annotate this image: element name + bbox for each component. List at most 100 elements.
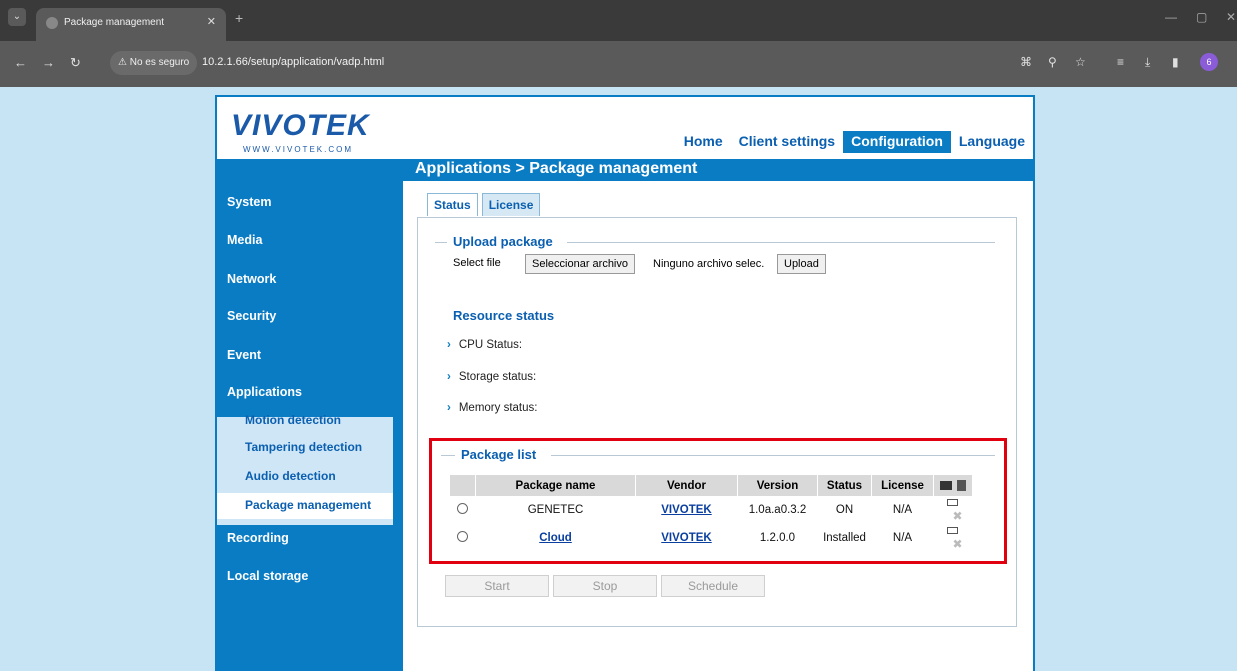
- sidebar-item-recording[interactable]: Recording: [227, 531, 289, 545]
- tab-license[interactable]: License: [481, 193, 541, 216]
- logo-text: VIVOTEK: [231, 109, 370, 142]
- choose-file-button[interactable]: Seleccionar archivo: [525, 254, 635, 274]
- submenu-tampering-detection[interactable]: Tampering detection: [245, 440, 362, 454]
- resource-status-heading: Resource status: [453, 308, 555, 323]
- nav-client-settings[interactable]: Client settings: [731, 131, 843, 153]
- table-header-row: Package name Vendor Version Status Licen…: [449, 475, 972, 496]
- storage-status-row[interactable]: › Storage status:: [447, 371, 536, 383]
- submenu-motion-detection[interactable]: Motion detection: [245, 413, 341, 427]
- license-cell: N/A: [892, 532, 913, 544]
- nav-language[interactable]: Language: [951, 131, 1033, 153]
- row-select-radio[interactable]: [457, 531, 468, 542]
- version-cell: 1.2.0.0: [759, 532, 796, 544]
- logo-subtext: WWW.VIVOTEK.COM: [243, 145, 353, 154]
- cpu-status-label: CPU Status:: [458, 339, 523, 351]
- divider: [551, 455, 995, 456]
- camera-icon[interactable]: [947, 499, 958, 507]
- browser-tab[interactable]: Package management ✕: [36, 8, 226, 41]
- side-panel-icon[interactable]: ▮: [1172, 55, 1179, 69]
- reading-list-icon[interactable]: ≡: [1117, 55, 1124, 69]
- bookmark-star-icon[interactable]: ☆: [1075, 55, 1086, 69]
- storage-status-label: Storage status:: [458, 371, 537, 383]
- back-icon[interactable]: ←: [14, 55, 27, 70]
- new-tab-icon[interactable]: +: [235, 10, 243, 26]
- translate-icon[interactable]: ⌘: [1020, 55, 1032, 69]
- browser-tab-bar: ⌄ Package management ✕ + — ▢ ✕: [0, 0, 1237, 41]
- divider: [435, 242, 447, 243]
- reload-icon[interactable]: ↻: [70, 55, 81, 71]
- sidebar-item-system[interactable]: System: [227, 195, 271, 209]
- select-file-label: Select file: [453, 257, 501, 269]
- package-name-cell: GENETEC: [527, 504, 584, 516]
- version-cell: 1.0a.a0.3.2: [748, 504, 807, 516]
- camera-config-page: VIVOTEK WWW.VIVOTEK.COM Home Client sett…: [215, 95, 1035, 671]
- memory-status-row[interactable]: › Memory status:: [447, 402, 537, 414]
- sidebar-item-event[interactable]: Event: [227, 348, 261, 362]
- trash-header-icon: [956, 479, 966, 491]
- tab-title: Package management: [64, 17, 165, 28]
- sidebar-item-media[interactable]: Media: [227, 233, 262, 247]
- no-file-text: Ninguno archivo selec.: [653, 258, 765, 270]
- select-column-header: [449, 475, 476, 496]
- expand-arrow-icon[interactable]: ›: [447, 402, 451, 414]
- column-header-package-name: Package name: [475, 475, 636, 496]
- maximize-icon[interactable]: ▢: [1196, 10, 1207, 24]
- divider: [567, 242, 995, 243]
- schedule-button[interactable]: Schedule: [661, 575, 765, 597]
- zoom-icon[interactable]: ⚲: [1048, 55, 1057, 69]
- table-row[interactable]: Cloud VIVOTEK 1.2.0.0 Installed N/A ✖: [450, 524, 972, 552]
- window-close-icon[interactable]: ✕: [1226, 10, 1236, 24]
- page-title: Applications > Package management: [403, 159, 1035, 181]
- sidebar-item-applications[interactable]: Applications: [227, 385, 302, 399]
- delete-icon[interactable]: ✖: [952, 509, 962, 523]
- column-header-license: License: [871, 475, 934, 496]
- upload-button[interactable]: Upload: [777, 254, 826, 274]
- omnibox[interactable]: ⚠ No es seguro 10.2.1.66/setup/applicati…: [110, 51, 1110, 75]
- vendor-link[interactable]: VIVOTEK: [661, 504, 711, 516]
- expand-arrow-icon[interactable]: ›: [447, 371, 451, 383]
- expand-arrow-icon[interactable]: ›: [447, 339, 451, 351]
- vivotek-logo[interactable]: VIVOTEK WWW.VIVOTEK.COM: [227, 107, 387, 157]
- divider: [441, 455, 455, 456]
- submenu-package-management[interactable]: Package management: [245, 498, 371, 512]
- nav-configuration[interactable]: Configuration: [843, 131, 951, 153]
- upload-heading: Upload package: [453, 234, 553, 249]
- not-secure-badge[interactable]: ⚠ No es seguro: [110, 51, 198, 75]
- start-button[interactable]: Start: [445, 575, 549, 597]
- minimize-icon[interactable]: —: [1165, 10, 1177, 24]
- tab-status[interactable]: Status: [427, 193, 478, 216]
- sidebar-item-network[interactable]: Network: [227, 272, 276, 286]
- vendor-link[interactable]: VIVOTEK: [661, 532, 711, 544]
- camera-icon[interactable]: [947, 527, 958, 535]
- row-select-radio[interactable]: [457, 503, 468, 514]
- license-cell: N/A: [892, 504, 913, 516]
- status-cell: Installed: [823, 532, 866, 544]
- content-panel: [417, 217, 1017, 627]
- address-bar: ← → ↻ ⚠ No es seguro 10.2.1.66/setup/app…: [0, 41, 1237, 87]
- camera-header-icon: [939, 480, 952, 490]
- column-header-version: Version: [737, 475, 818, 496]
- delete-icon[interactable]: ✖: [952, 537, 962, 551]
- favicon-icon: [46, 17, 58, 29]
- memory-status-label: Memory status:: [458, 402, 538, 414]
- package-name-link[interactable]: Cloud: [539, 532, 572, 544]
- submenu-audio-detection[interactable]: Audio detection: [245, 469, 336, 483]
- sidebar-item-local-storage[interactable]: Local storage: [227, 569, 308, 583]
- table-row[interactable]: GENETEC VIVOTEK 1.0a.a0.3.2 ON N/A ✖: [450, 496, 972, 524]
- stop-button[interactable]: Stop: [553, 575, 657, 597]
- url-text[interactable]: 10.2.1.66/setup/application/vadp.html: [202, 56, 384, 68]
- tab-strip: Status License: [427, 193, 544, 216]
- nav-home[interactable]: Home: [676, 131, 731, 153]
- forward-icon[interactable]: →: [42, 55, 55, 70]
- top-navigation: Home Client settings Configuration Langu…: [676, 131, 1033, 153]
- profile-avatar[interactable]: 6: [1200, 53, 1218, 71]
- tab-search-icon[interactable]: ⌄: [8, 8, 26, 26]
- download-icon[interactable]: ⤓: [1145, 55, 1150, 70]
- close-icon[interactable]: ✕: [207, 15, 216, 28]
- package-list-heading: Package list: [461, 447, 537, 462]
- cpu-status-row[interactable]: › CPU Status:: [447, 339, 522, 351]
- column-header-status: Status: [817, 475, 872, 496]
- package-table: Package name Vendor Version Status Licen…: [449, 475, 972, 552]
- sidebar-item-security[interactable]: Security: [227, 309, 276, 323]
- status-cell: ON: [835, 504, 854, 516]
